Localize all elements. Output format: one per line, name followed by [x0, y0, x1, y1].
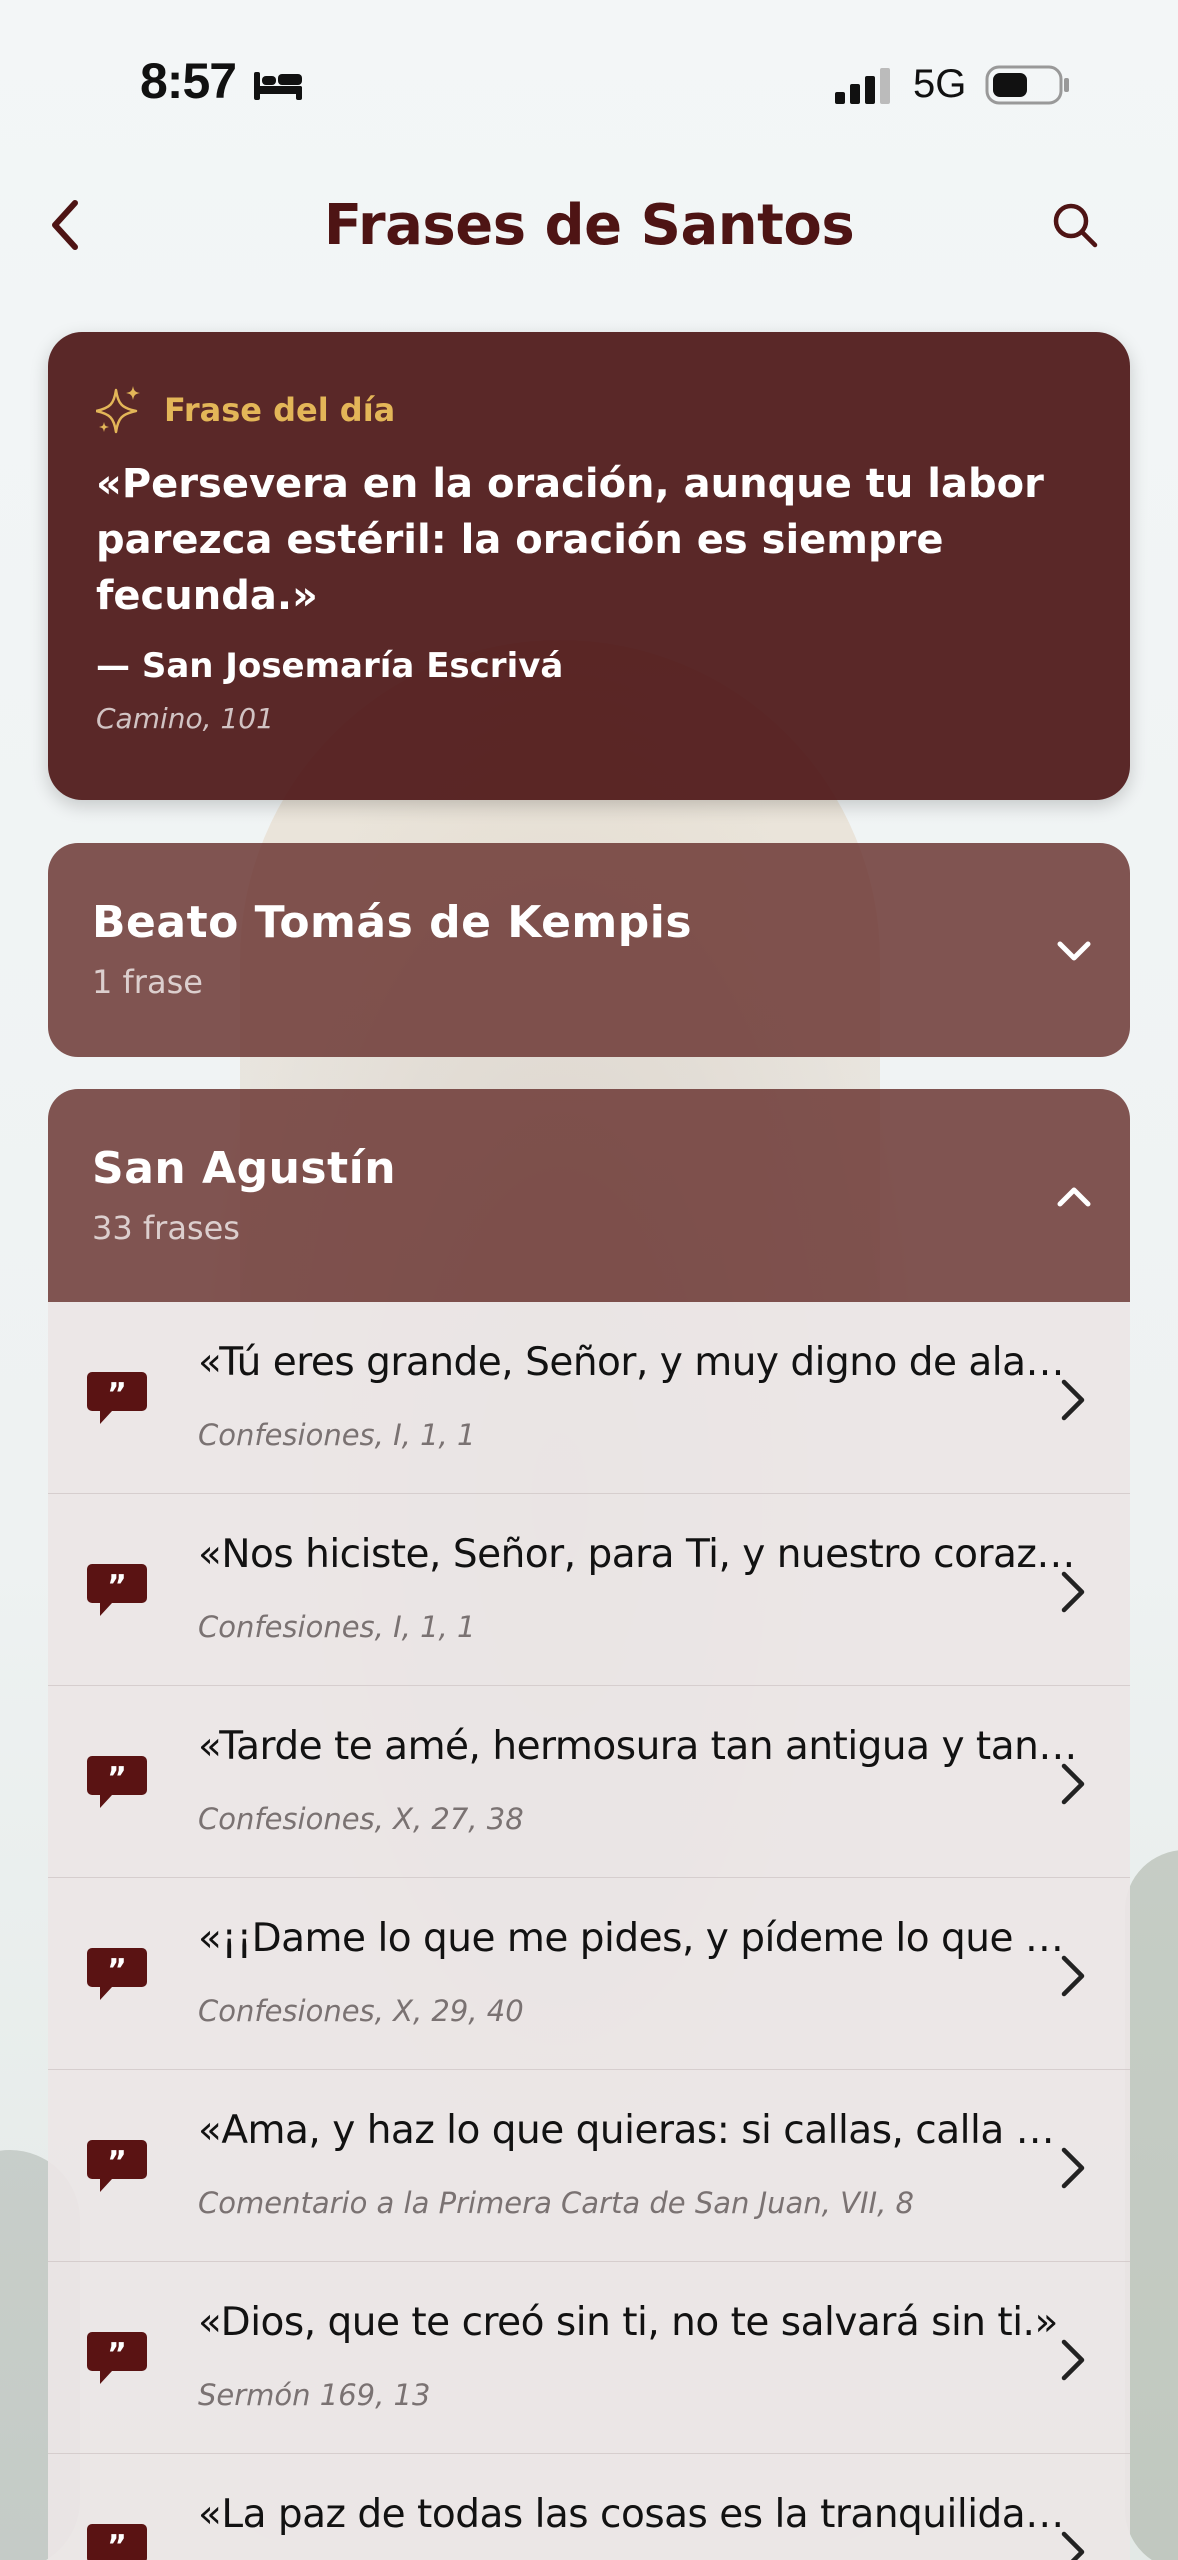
quote-row[interactable]: ” «La paz de todas las cosas es la tranq… — [48, 2454, 1130, 2560]
battery-icon — [985, 65, 1069, 105]
quote-row[interactable]: ” «¡¡Dame lo que me pides, y pídeme lo q… — [48, 1878, 1130, 2070]
status-bar: 8:57 5G — [0, 0, 1178, 160]
saint-name: Beato Tomás de Kempis — [92, 897, 693, 948]
chevron-right-icon — [1061, 1571, 1085, 1613]
quote-row[interactable]: ” «Dios, que te creó sin ti, no te salva… — [48, 2262, 1130, 2454]
quote-source: Confesiones, X, 29, 40 — [198, 1994, 524, 2028]
svg-text:”: ” — [107, 1377, 127, 1412]
chevron-right-icon — [1061, 2339, 1085, 2381]
svg-text:”: ” — [107, 2529, 127, 2560]
quote-text: «Tú eres grande, Señor, y muy digno de a… — [198, 1340, 1078, 1385]
quote-text: «¡¡Dame lo que me pides, y pídeme lo que… — [198, 1916, 1078, 1961]
network-type-label: 5G — [913, 62, 967, 106]
quote-source: Confesiones, X, 27, 38 — [198, 1802, 524, 1836]
quote-bubble-icon: ” — [87, 1948, 147, 2000]
svg-text:”: ” — [107, 2337, 127, 2372]
quote-text: «Tarde te amé, hermosura tan antigua y t… — [198, 1724, 1078, 1769]
quote-row[interactable]: ” «Ama, y haz lo que quieras: si callas,… — [48, 2070, 1130, 2262]
chevron-right-icon — [1061, 1763, 1085, 1805]
quote-row[interactable]: ” «Nos hiciste, Señor, para Ti, y nuestr… — [48, 1494, 1130, 1686]
sparkle-icon — [96, 386, 140, 434]
saint-quote-count: 33 frases — [92, 1209, 240, 1247]
quote-source: Comentario a la Primera Carta de San Jua… — [198, 2186, 914, 2220]
quote-source: Sermón 169, 13 — [198, 2378, 431, 2412]
quote-list: ” «Tú eres grande, Señor, y muy digno de… — [48, 1302, 1130, 2560]
quote-of-the-day-label: Frase del día — [164, 391, 396, 429]
chevron-right-icon — [1061, 2147, 1085, 2189]
saint-section-san-agustin[interactable]: San Agustín 33 frases — [48, 1089, 1130, 1302]
svg-text:”: ” — [107, 1761, 127, 1796]
chevron-right-icon — [1061, 1379, 1085, 1421]
saint-name: San Agustín — [92, 1143, 397, 1194]
quote-bubble-icon: ” — [87, 2140, 147, 2192]
quote-source: Confesiones, I, 1, 1 — [198, 1610, 476, 1644]
chevron-right-icon — [1061, 1955, 1085, 1997]
chevron-up-icon — [1057, 1187, 1091, 1207]
search-button[interactable] — [1040, 190, 1110, 260]
quote-source: Confesiones, I, 1, 1 — [198, 1418, 476, 1452]
svg-text:”: ” — [107, 1569, 127, 1604]
chevron-down-icon — [1057, 941, 1091, 961]
svg-text:”: ” — [107, 1953, 127, 1988]
quote-text: «Ama, y haz lo que quieras: si callas, c… — [198, 2108, 1078, 2153]
saint-section-tomas-de-kempis[interactable]: Beato Tomás de Kempis 1 frase — [48, 843, 1130, 1057]
svg-text:”: ” — [107, 2145, 127, 2180]
quote-of-the-day-header: Frase del día — [96, 382, 1082, 438]
quote-text: «Dios, que te creó sin ti, no te salvará… — [198, 2300, 1058, 2345]
navigation-bar: Frases de Santos — [0, 165, 1178, 285]
quote-text: «La paz de todas las cosas es la tranqui… — [198, 2492, 1078, 2537]
quote-bubble-icon: ” — [87, 2524, 147, 2560]
quote-text: «Nos hiciste, Señor, para Ti, y nuestro … — [198, 1532, 1078, 1577]
quote-of-the-day-text: «Persevera en la oración, aunque tu labo… — [96, 461, 1044, 619]
background-foliage-right — [1125, 1850, 1178, 2560]
bed-icon — [254, 72, 302, 100]
quote-bubble-icon: ” — [87, 2332, 147, 2384]
quote-row[interactable]: ” «Tarde te amé, hermosura tan antigua y… — [48, 1686, 1130, 1878]
quote-row[interactable]: ” «Tú eres grande, Señor, y muy digno de… — [48, 1302, 1130, 1494]
chevron-right-icon — [1061, 2531, 1085, 2560]
page-title: Frases de Santos — [323, 193, 855, 258]
saint-quote-count: 1 frase — [92, 963, 203, 1001]
search-icon — [1053, 203, 1098, 248]
cellular-signal-icon — [835, 68, 890, 104]
quote-of-the-day-source: Camino, 101 — [96, 702, 274, 735]
status-time: 8:57 — [140, 53, 237, 109]
quote-bubble-icon: ” — [87, 1372, 147, 1424]
quote-bubble-icon: ” — [87, 1756, 147, 1808]
quote-bubble-icon: ” — [87, 1564, 147, 1616]
quote-of-the-day-card[interactable]: Frase del día «Persevera en la oración, … — [48, 332, 1130, 800]
quote-of-the-day-author: — San Josemaría Escrivá — [96, 646, 564, 686]
